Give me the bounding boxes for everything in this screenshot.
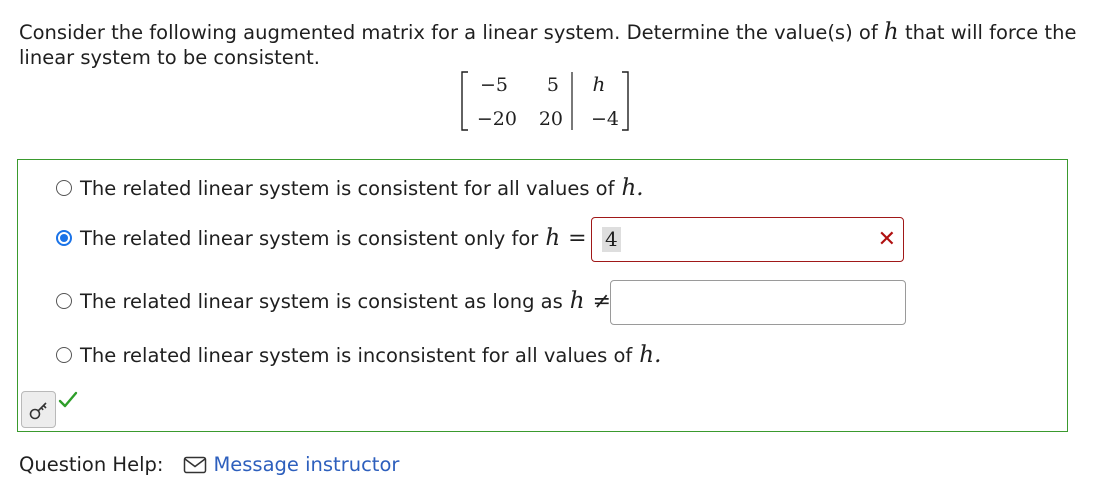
option-consistent-only-for[interactable]: The related linear system is consistent … [56, 225, 587, 251]
message-instructor-link[interactable]: Message instructor [213, 453, 399, 476]
option-consistent-as-long-as[interactable]: The related linear system is consistent … [56, 288, 611, 314]
option-consistent-as-long-as-label: The related linear system is consistent … [80, 289, 563, 313]
matrix-cell-r1c2: 5 [547, 74, 559, 96]
radio-consistent-only-for[interactable] [56, 230, 72, 246]
augmented-matrix: −5 5 h −20 20 −4 [460, 70, 630, 132]
question-variable: h [883, 19, 899, 45]
option-consistent-as-long-as-operator: ≠ [592, 288, 612, 314]
option-consistent-only-for-math: h [545, 225, 561, 251]
mail-icon [183, 456, 207, 474]
consistent-only-for-input[interactable]: 4 ✕ [591, 217, 904, 262]
option-consistent-only-for-label: The related linear system is consistent … [80, 226, 539, 250]
key-button[interactable] [21, 391, 56, 428]
matrix-cell-r2c1: −20 [477, 108, 517, 130]
question-help: Question Help: Message instructor [19, 453, 399, 476]
matrix-cell-r1c3: h [593, 72, 606, 96]
option-consistent-only-for-operator: = [568, 225, 587, 251]
option-inconsistent-all-math: h. [639, 342, 662, 368]
matrix-cell-r2c2: 20 [539, 108, 563, 130]
option-inconsistent-all-label: The related linear system is inconsisten… [80, 343, 633, 367]
radio-consistent-as-long-as[interactable] [56, 293, 72, 309]
option-consistent-all[interactable]: The related linear system is consistent … [56, 175, 644, 201]
checkmark-icon [58, 391, 78, 408]
option-consistent-all-label: The related linear system is consistent … [80, 176, 615, 200]
matrix-cell-r2c3: −4 [591, 108, 619, 130]
consistent-only-for-value: 4 [602, 227, 621, 252]
question-text: Consider the following augmented matrix … [19, 20, 1099, 70]
radio-inconsistent-all[interactable] [56, 347, 72, 363]
option-inconsistent-all[interactable]: The related linear system is inconsisten… [56, 342, 661, 368]
question-text-part1: Consider the following augmented matrix … [19, 21, 878, 44]
key-icon [29, 401, 47, 419]
matrix-cell-r1c1: −5 [480, 74, 508, 96]
question-help-label: Question Help: [19, 453, 164, 476]
x-mark-icon: ✕ [877, 227, 896, 252]
option-consistent-all-math: h. [621, 175, 644, 201]
radio-consistent-all[interactable] [56, 180, 72, 196]
consistent-as-long-as-input[interactable] [610, 280, 906, 325]
option-consistent-as-long-as-math: h [569, 288, 585, 314]
